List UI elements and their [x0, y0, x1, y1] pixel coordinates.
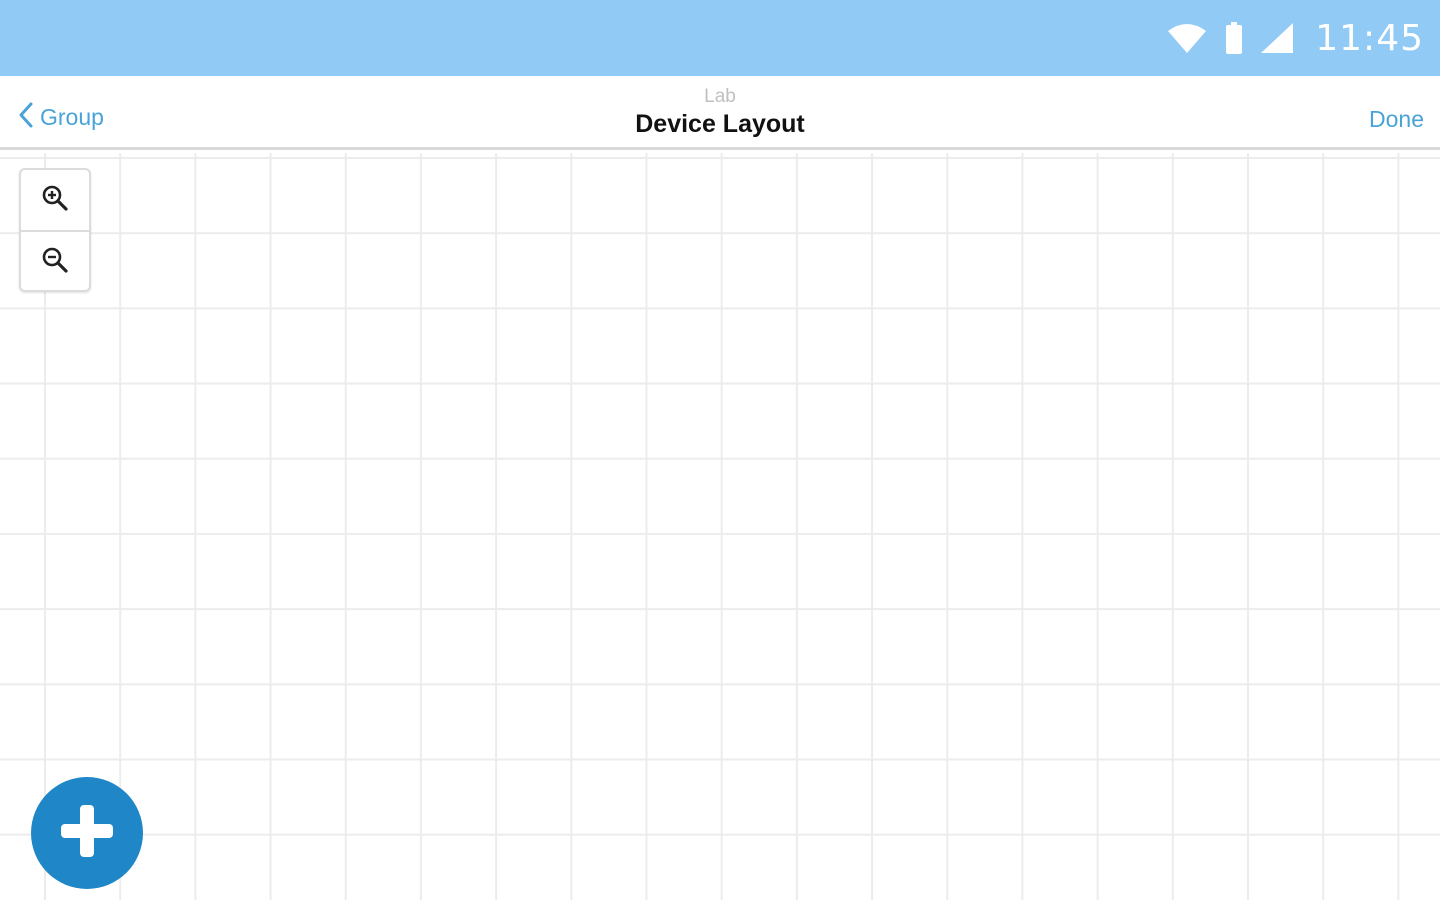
plus-icon	[59, 803, 115, 864]
zoom-controls	[19, 168, 91, 292]
add-device-button[interactable]	[31, 777, 143, 889]
done-button[interactable]: Done	[1369, 106, 1424, 133]
zoom-out-button[interactable]	[21, 230, 89, 292]
zoom-in-button[interactable]	[21, 170, 89, 230]
layout-grid-canvas[interactable]	[0, 153, 1440, 900]
navigation-bar: Group Lab Device Layout Done	[0, 76, 1440, 150]
battery-icon	[1225, 22, 1243, 54]
cellular-signal-icon	[1261, 23, 1294, 53]
status-bar: 11:45	[0, 0, 1440, 76]
page-title: Device Layout	[635, 110, 805, 138]
page-subtitle: Lab	[704, 86, 736, 107]
title-group: Lab Device Layout	[0, 86, 1440, 140]
clock: 11:45	[1315, 17, 1424, 59]
status-icons: 11:45	[1167, 18, 1424, 59]
zoom-out-icon	[41, 246, 69, 279]
zoom-in-icon	[41, 184, 69, 217]
wifi-icon	[1167, 23, 1207, 53]
